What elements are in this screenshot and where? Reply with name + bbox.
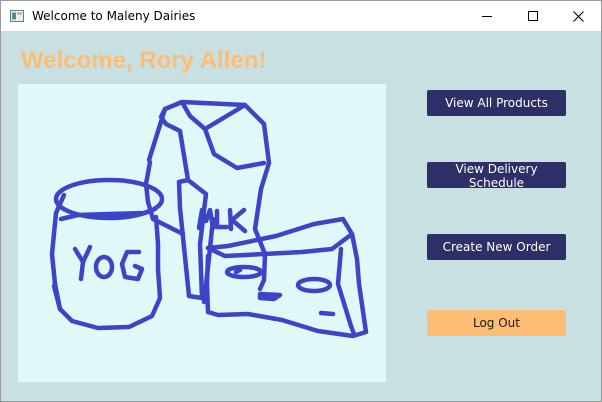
window-title: Welcome to Maleny Dairies — [32, 9, 196, 23]
title-bar[interactable]: Welcome to Maleny Dairies — [1, 1, 601, 31]
create-new-order-button[interactable]: Create New Order — [427, 234, 566, 260]
minimize-icon — [482, 16, 492, 17]
close-icon — [572, 10, 584, 22]
view-all-products-button[interactable]: View All Products — [427, 90, 566, 116]
maximize-icon — [528, 11, 538, 21]
minimize-button[interactable] — [464, 1, 510, 31]
welcome-heading: Welcome, Rory Allen! — [21, 47, 267, 74]
app-icon — [10, 10, 24, 22]
dairy-illustration — [18, 84, 386, 382]
view-delivery-schedule-button[interactable]: View Delivery Schedule — [427, 162, 566, 190]
maximize-button[interactable] — [510, 1, 556, 31]
close-button[interactable] — [555, 1, 601, 31]
dairy-products-drawing — [49, 99, 369, 339]
app-window: Welcome to Maleny Dairies Welcome, Rory … — [0, 0, 602, 402]
main-content: Welcome, Rory Allen! View All Products V… — [1, 31, 601, 401]
log-out-button[interactable]: Log Out — [427, 310, 566, 336]
